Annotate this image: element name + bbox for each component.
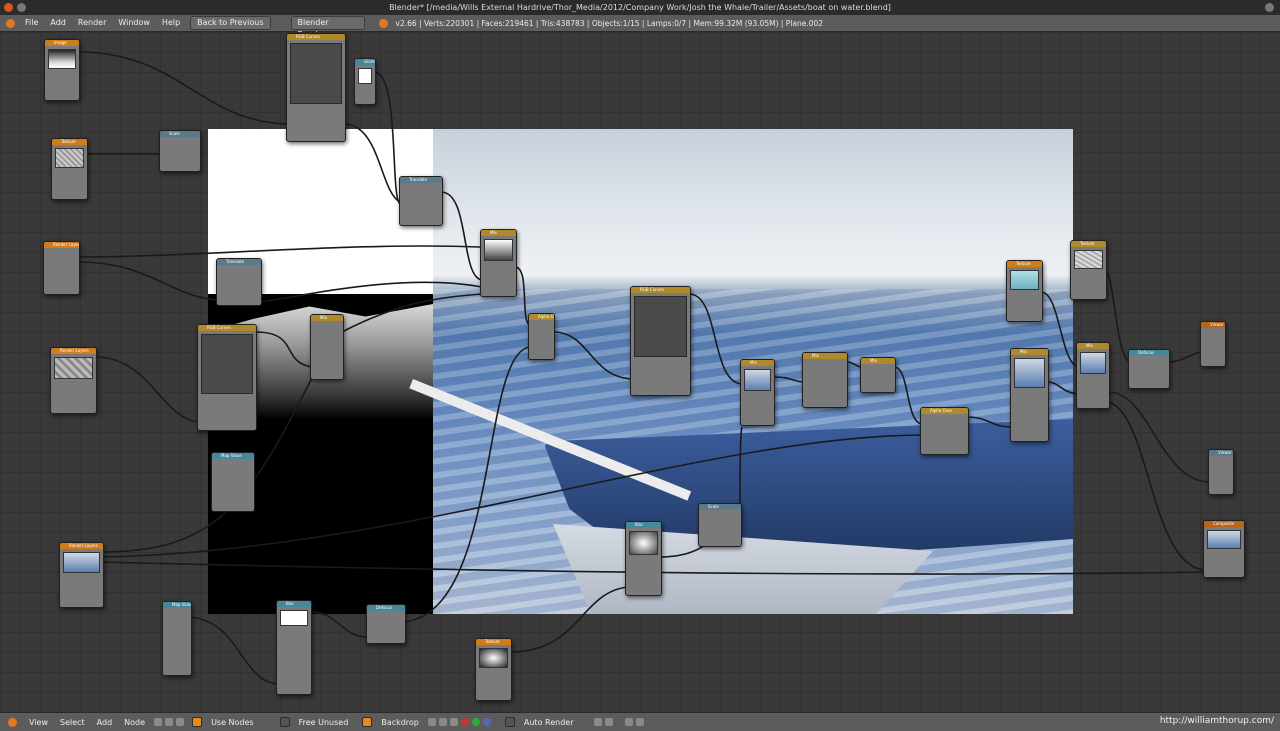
green-channel-icon[interactable]	[471, 718, 480, 726]
maximize-window-icon[interactable]	[1265, 3, 1274, 12]
texture-preview	[55, 148, 84, 168]
paste-nodes-icon[interactable]	[635, 718, 644, 726]
menu-help[interactable]: Help	[156, 15, 186, 31]
main-menubar: File Add Render Window Help Back to Prev…	[0, 15, 1280, 39]
copy-nodes-icon[interactable]	[624, 718, 633, 726]
node-defocus-2[interactable]: Defocus	[366, 604, 406, 644]
shader-tree-icon[interactable]	[154, 718, 163, 726]
node-glare[interactable]: Glare	[354, 58, 376, 105]
texture-preview-2	[1010, 270, 1039, 290]
render-layers-preview-3	[63, 552, 100, 574]
curve-widget-3[interactable]	[634, 296, 687, 358]
mix-preview-5	[1014, 358, 1045, 388]
window-title: Blender* [/media/Wills External Hardrive…	[389, 3, 891, 12]
node-texture-2[interactable]: Texture	[1006, 260, 1043, 322]
credit-url: http://williamthorup.com/	[1159, 716, 1274, 726]
minimize-window-icon[interactable]	[17, 3, 26, 12]
backdrop-label: Backdrop	[381, 717, 419, 727]
image-preview	[48, 49, 76, 69]
texture-preview-3	[1074, 250, 1103, 270]
node-viewer-2[interactable]: Viewer	[1208, 449, 1234, 495]
node-rgb-curves-2[interactable]: RGB Curves	[197, 324, 257, 431]
mix-preview	[484, 239, 513, 261]
backdrop-zoom-icon[interactable]	[449, 718, 458, 726]
blur-preview	[629, 531, 658, 555]
render-layers-preview	[54, 357, 93, 379]
node-texture-4[interactable]: Texture	[475, 638, 512, 701]
blender-logo-icon	[378, 18, 388, 28]
node-composite[interactable]: Composite	[1203, 520, 1245, 578]
auto-render-label: Auto Render	[523, 717, 574, 727]
editor-type-icon-2[interactable]	[8, 717, 17, 727]
backdrop-checkbox[interactable]	[362, 717, 373, 727]
free-unused-checkbox[interactable]	[279, 717, 290, 727]
curve-widget-2[interactable]	[201, 334, 253, 394]
node-mix-4[interactable]: Mix	[860, 357, 896, 393]
menu-window[interactable]: Window	[112, 15, 156, 31]
blur-preview-2	[280, 610, 308, 626]
node-mix-6[interactable]: Mix	[1076, 342, 1110, 409]
backdrop-alpha-icon[interactable]	[438, 718, 447, 726]
node-mix-2[interactable]: Mix	[480, 229, 517, 297]
menu-add-node[interactable]: Add	[91, 718, 119, 727]
composite-tree-icon[interactable]	[165, 718, 174, 726]
curve-widget[interactable]	[290, 43, 342, 104]
node-mix-3[interactable]: Mix	[740, 359, 775, 426]
node-translate-2[interactable]: Translate	[216, 258, 262, 306]
node-rgb-curves-3[interactable]: RGB Curves	[630, 286, 691, 396]
window-titlebar: Blender* [/media/Wills External Hardrive…	[0, 0, 1280, 15]
node-texture-1[interactable]: Texture	[51, 138, 88, 200]
node-render-layers-1[interactable]: Render Layers	[43, 241, 80, 295]
node-alpha-over-1[interactable]: Alpha Over	[528, 313, 555, 360]
render-engine-select[interactable]: Blender Render	[290, 16, 365, 39]
node-blur-1[interactable]: Blur	[625, 521, 662, 596]
menu-view[interactable]: View	[23, 718, 54, 727]
mix-preview-6	[1080, 352, 1106, 374]
blue-channel-icon[interactable]	[482, 718, 491, 726]
node-blur-2[interactable]: Blur	[276, 600, 312, 695]
node-mix-5[interactable]: Mix	[1010, 348, 1049, 442]
auto-render-checkbox[interactable]	[504, 717, 515, 727]
node-translate[interactable]: Translate	[399, 176, 443, 226]
node-scale-2[interactable]: Scale	[698, 503, 742, 547]
node-color-balance[interactable]: Mix	[802, 352, 848, 408]
node-scale[interactable]: Scale	[159, 130, 201, 172]
menu-node[interactable]: Node	[118, 718, 151, 727]
node-editor-header: View Select Add Node Use Nodes Free Unus…	[0, 712, 1280, 731]
node-alpha-over-2[interactable]: Alpha Over	[920, 407, 969, 455]
free-unused-label: Free Unused	[298, 717, 349, 727]
node-defocus[interactable]: Defocus	[1128, 349, 1170, 389]
menu-file[interactable]: File	[19, 15, 44, 31]
node-map-value-2[interactable]: Map Value	[162, 601, 192, 676]
node-viewer-1[interactable]: Viewer	[1200, 321, 1226, 367]
node-map-value-1[interactable]: Map Value	[211, 452, 255, 512]
mix-preview-3	[744, 369, 771, 391]
red-channel-icon[interactable]	[460, 718, 469, 726]
node-editor[interactable]: Image RGB Curves Glare Texture Scale Tra…	[0, 32, 1280, 712]
menu-select[interactable]: Select	[54, 718, 91, 727]
node-image[interactable]: Image	[44, 39, 80, 101]
texture-tree-icon[interactable]	[176, 718, 185, 726]
composite-preview	[1207, 530, 1241, 549]
editor-type-icon[interactable]	[6, 18, 15, 28]
glare-preview	[358, 68, 372, 84]
menu-add[interactable]: Add	[44, 15, 72, 31]
snap-mode-icon[interactable]	[604, 718, 613, 726]
scene-stats: v2.66 | Verts:220301 | Faces:219461 | Tr…	[395, 18, 824, 28]
backdrop-channels-icon[interactable]	[427, 718, 436, 726]
use-nodes-label: Use Nodes	[211, 717, 254, 727]
menu-render[interactable]: Render	[72, 15, 112, 31]
node-render-layers-2[interactable]: Render Layers	[50, 347, 97, 414]
back-to-previous-button[interactable]: Back to Previous	[190, 16, 271, 30]
texture-preview-4	[479, 648, 508, 669]
node-mix-1[interactable]: Mix	[310, 314, 344, 380]
node-render-layers-3[interactable]: Render Layers	[59, 542, 104, 608]
node-texture-3[interactable]: Texture	[1070, 240, 1107, 300]
snap-icon[interactable]	[593, 718, 602, 726]
close-window-icon[interactable]	[4, 3, 13, 12]
use-nodes-checkbox[interactable]	[192, 717, 203, 727]
node-rgb-curves-1[interactable]: RGB Curves	[286, 33, 346, 142]
